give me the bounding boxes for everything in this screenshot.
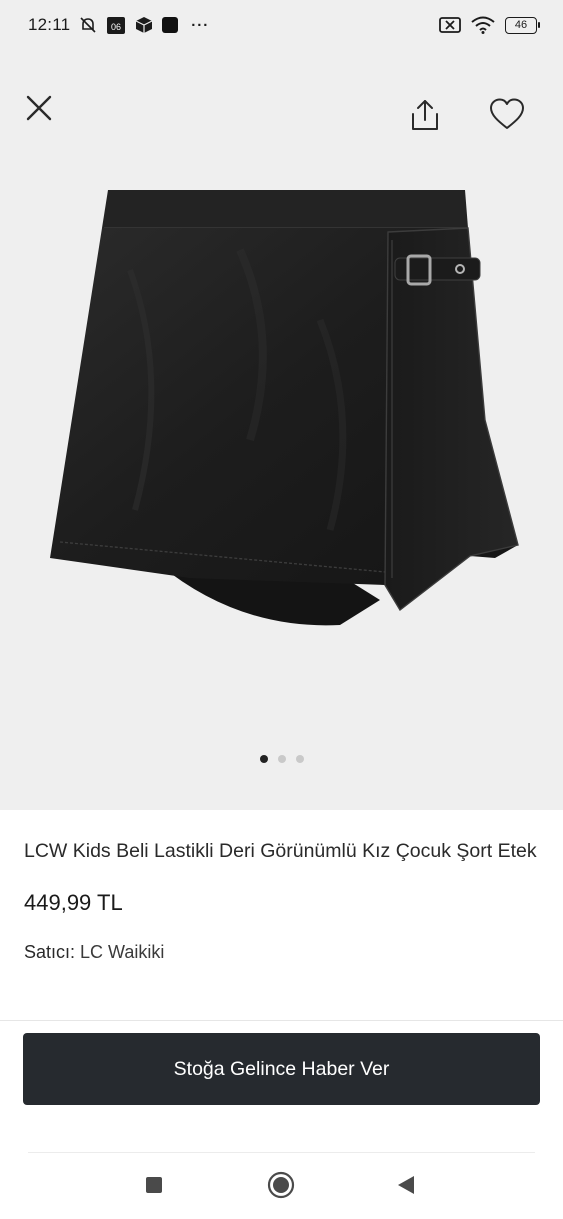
back-button[interactable] (386, 1160, 426, 1210)
seller-label: Satıcı: (24, 942, 76, 962)
close-button[interactable] (20, 88, 58, 128)
home-button[interactable] (261, 1160, 301, 1210)
product-detail-screen: 12:11 06 ··· 46 LCW Kids Beli Lastikli D… (0, 0, 563, 1219)
favorite-button[interactable] (484, 93, 530, 135)
share-icon (412, 100, 438, 130)
pager-dot-3[interactable] (295, 755, 304, 763)
status-time: 12:11 (28, 15, 71, 34)
nav-divider (28, 1152, 535, 1153)
product-title: LCW Kids Beli Lastikli Deri Görünümlü Kı… (24, 840, 537, 862)
wifi-icon (471, 16, 495, 34)
notify-when-in-stock-button[interactable]: Stoğa Gelince Haber Ver (23, 1033, 540, 1105)
section-divider (0, 1020, 563, 1021)
heart-icon (490, 98, 524, 129)
more-notifications-indicator: ··· (191, 16, 210, 34)
recent-apps-button[interactable] (134, 1160, 174, 1210)
no-sim-icon (439, 16, 461, 34)
battery-icon: 46 (505, 16, 540, 34)
product-image-gallery[interactable] (0, 0, 563, 810)
square-icon (146, 1177, 162, 1193)
status-bar: 12:11 06 ··· 46 (0, 0, 563, 50)
muted-bell-icon (79, 16, 97, 34)
circle-icon (267, 1171, 295, 1199)
calendar-badge-icon: 06 (106, 15, 126, 35)
product-info: LCW Kids Beli Lastikli Deri Görünümlü Kı… (24, 836, 544, 963)
system-navigation-bar (0, 1160, 563, 1210)
app-square-icon (162, 17, 179, 33)
calendar-badge-text: 06 (111, 22, 121, 32)
gallery-top-actions (0, 88, 563, 138)
gallery-pager[interactable] (0, 755, 563, 763)
product-image (50, 190, 519, 626)
close-icon (26, 95, 52, 121)
pager-dot-1[interactable] (259, 755, 268, 763)
triangle-back-icon (398, 1176, 414, 1194)
seller-row[interactable]: Satıcı: LC Waikiki (24, 942, 544, 963)
package-icon (135, 16, 153, 34)
pager-dot-2[interactable] (277, 755, 286, 763)
product-price: 449,99 TL (24, 890, 123, 915)
seller-name[interactable]: LC Waikiki (80, 942, 164, 962)
share-button[interactable] (404, 94, 446, 136)
battery-level: 46 (514, 19, 528, 31)
